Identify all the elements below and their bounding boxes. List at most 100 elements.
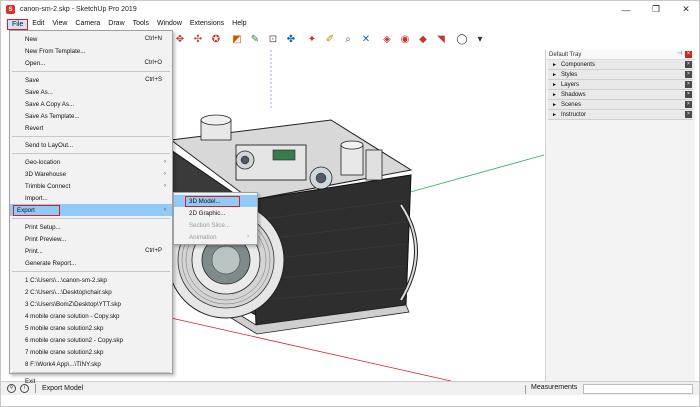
- account-dropdown-icon[interactable]: ▾: [473, 33, 487, 47]
- zoom-extents-icon[interactable]: ✪: [209, 33, 223, 47]
- file-menu-item-8-f-work4-app-tiny-skp[interactable]: 8 F:\Work4 App\...\TINY.skp: [10, 358, 172, 370]
- shutter-dial: [340, 144, 364, 176]
- tray-panel-scenes[interactable]: ► Scenes ×: [548, 100, 693, 110]
- menu-item-label: Generate Report...: [25, 259, 77, 267]
- text-icon[interactable]: ⊡: [266, 33, 280, 47]
- file-menu-item-import[interactable]: Import...: [10, 192, 172, 204]
- file-menu-item-new-from-template[interactable]: New From Template...: [10, 45, 172, 57]
- expand-arrow-icon: ►: [552, 71, 557, 78]
- menu-separator: [12, 271, 170, 272]
- menu-item-label: 3 C:\Users\BomZ\Desktop\YTT.skp: [25, 300, 121, 308]
- menu-item-label: Export: [13, 204, 60, 216]
- menu-edit[interactable]: Edit: [28, 18, 48, 30]
- file-menu-item-revert[interactable]: Revert: [10, 122, 172, 134]
- section-plane-icon[interactable]: ✕: [359, 33, 373, 47]
- panel-close-icon[interactable]: ×: [685, 91, 692, 98]
- menu-view[interactable]: View: [48, 18, 71, 30]
- tray-panel-header: ► Scenes: [548, 102, 581, 108]
- tray-panel-label: Styles: [560, 71, 578, 78]
- measurements-input[interactable]: [583, 384, 693, 394]
- expand-arrow-icon: ►: [552, 101, 557, 108]
- share-model-icon[interactable]: ◉: [398, 33, 412, 47]
- tray-panel-instructor[interactable]: ► Instructor ×: [548, 110, 693, 120]
- export-item-animation: Animation ›: [174, 231, 257, 243]
- menu-file[interactable]: File: [7, 18, 29, 30]
- maximize-button[interactable]: ❐: [641, 1, 671, 18]
- minimize-button[interactable]: —: [611, 1, 641, 18]
- file-menu-item-7-mobile-crane-solution2-skp[interactable]: 7 mobile crane solution2.skp: [10, 346, 172, 358]
- menu-item-label: 2D Graphic...: [189, 209, 226, 217]
- file-menu-item-save-a-copy-as[interactable]: Save A Copy As...: [10, 98, 172, 110]
- file-menu-item-2-c-users-desktop-chair-skp[interactable]: 2 C:\Users\...\Desktop\chair.skp: [10, 286, 172, 298]
- file-menu-item-save-as-template[interactable]: Save As Template...: [10, 110, 172, 122]
- pan-icon[interactable]: ✣: [191, 33, 205, 47]
- account-icon[interactable]: ◯: [455, 33, 469, 47]
- axes-icon[interactable]: ✤: [284, 33, 298, 47]
- file-menu-item-5-mobile-crane-solution2-skp[interactable]: 5 mobile crane solution2.skp: [10, 322, 172, 334]
- file-menu-item-6-mobile-crane-solution2-copy-skp[interactable]: 6 mobile crane solution2 - Copy.skp: [10, 334, 172, 346]
- menu-tools[interactable]: Tools: [129, 18, 153, 30]
- warehouse-icon[interactable]: ◈: [380, 33, 394, 47]
- menu-camera[interactable]: Camera: [71, 18, 104, 30]
- file-menu-item-print[interactable]: Print... Ctrl+P: [10, 245, 172, 257]
- menu-extensions[interactable]: Extensions: [186, 18, 228, 30]
- tray-panel-label: Components: [560, 61, 595, 68]
- file-menu-item-send-to-layout[interactable]: Send to LayOut...: [10, 139, 172, 151]
- file-menu-item-export[interactable]: Export ›: [10, 204, 172, 216]
- export-item-3d-model[interactable]: 3D Model...: [174, 195, 257, 207]
- file-menu-item-4-mobile-crane-solution-copy-skp[interactable]: 4 mobile crane solution - Copy.skp: [10, 310, 172, 322]
- close-button[interactable]: ✕: [671, 1, 699, 18]
- menu-separator: [12, 71, 170, 72]
- file-menu-item-3-c-users-bomz-desktop-ytt-skp[interactable]: 3 C:\Users\BomZ\Desktop\YTT.skp: [10, 298, 172, 310]
- viewfinder-window: [272, 149, 296, 161]
- tape-measure-icon[interactable]: ✎: [248, 33, 262, 47]
- menu-item-label: Save As Template...: [25, 112, 80, 120]
- default-tray: Default Tray ⊣ × ► Components × ► Styles × ► La…: [545, 50, 695, 381]
- menu-item-label: Save: [25, 76, 40, 84]
- look-around-icon[interactable]: ⌕: [341, 33, 355, 47]
- panel-close-icon[interactable]: ×: [685, 61, 692, 68]
- tray-panels: ► Components × ► Styles × ► Layers × ► Shadows × ► Sc…: [546, 60, 695, 120]
- file-menu-item-new[interactable]: New Ctrl+N: [10, 33, 172, 45]
- panel-close-icon[interactable]: ×: [685, 81, 692, 88]
- tray-close-icon[interactable]: ×: [685, 51, 692, 58]
- menu-item-label: 7 mobile crane solution2.skp: [25, 348, 104, 356]
- panel-close-icon[interactable]: ×: [685, 111, 692, 118]
- expand-arrow-icon: ►: [552, 91, 557, 98]
- file-menu-item-3d-warehouse[interactable]: 3D Warehouse ›: [10, 168, 172, 180]
- menu-item-label: Print Setup...: [25, 223, 61, 231]
- file-menu-item-exit[interactable]: Exit: [10, 375, 172, 387]
- tray-panel-styles[interactable]: ► Styles ×: [548, 70, 693, 80]
- menu-window[interactable]: Window: [153, 18, 186, 30]
- tray-panel-layers[interactable]: ► Layers ×: [548, 80, 693, 90]
- expand-arrow-icon: ►: [552, 81, 557, 88]
- tray-panel-components[interactable]: ► Components ×: [548, 60, 693, 70]
- extension-warehouse-icon[interactable]: ◆: [416, 33, 430, 47]
- menu-item-label: Geo-location: [25, 158, 61, 166]
- file-menu-item-generate-report[interactable]: Generate Report...: [10, 257, 172, 269]
- export-item-2d-graphic[interactable]: 2D Graphic...: [174, 207, 257, 219]
- tray-pin-icon[interactable]: ⊣: [676, 51, 683, 58]
- file-menu-item-trimble-connect[interactable]: Trimble Connect ›: [10, 180, 172, 192]
- position-camera-icon[interactable]: ✦: [305, 33, 319, 47]
- orbit-icon[interactable]: ✥: [173, 33, 187, 47]
- menu-help[interactable]: Help: [228, 18, 250, 30]
- file-menu-item-print-setup[interactable]: Print Setup...: [10, 221, 172, 233]
- tray-panel-shadows[interactable]: ► Shadows ×: [548, 90, 693, 100]
- ruby-icon[interactable]: ◥: [434, 33, 448, 47]
- file-menu-item-save-as[interactable]: Save As...: [10, 86, 172, 98]
- file-menu-item-open[interactable]: Open... Ctrl+O: [10, 57, 172, 69]
- expand-arrow-icon: ►: [552, 61, 557, 68]
- file-menu-item-print-preview[interactable]: Print Preview...: [10, 233, 172, 245]
- walk-icon[interactable]: ✐: [323, 33, 337, 47]
- panel-close-icon[interactable]: ×: [685, 101, 692, 108]
- menu-item-label: New: [25, 35, 38, 43]
- menu-item-label: Import...: [25, 194, 48, 202]
- panel-close-icon[interactable]: ×: [685, 71, 692, 78]
- file-menu-item-geo-location[interactable]: Geo-location ›: [10, 156, 172, 168]
- file-menu-item-1-c-users-canon-sm-2-skp[interactable]: 1 C:\Users\...\canon-sm-2.skp: [10, 274, 172, 286]
- menu-draw[interactable]: Draw: [104, 18, 128, 30]
- file-menu-item-save[interactable]: Save Ctrl+S: [10, 74, 172, 86]
- menu-item-label: Exit: [25, 377, 36, 385]
- paint-bucket-icon[interactable]: ◩: [230, 33, 244, 47]
